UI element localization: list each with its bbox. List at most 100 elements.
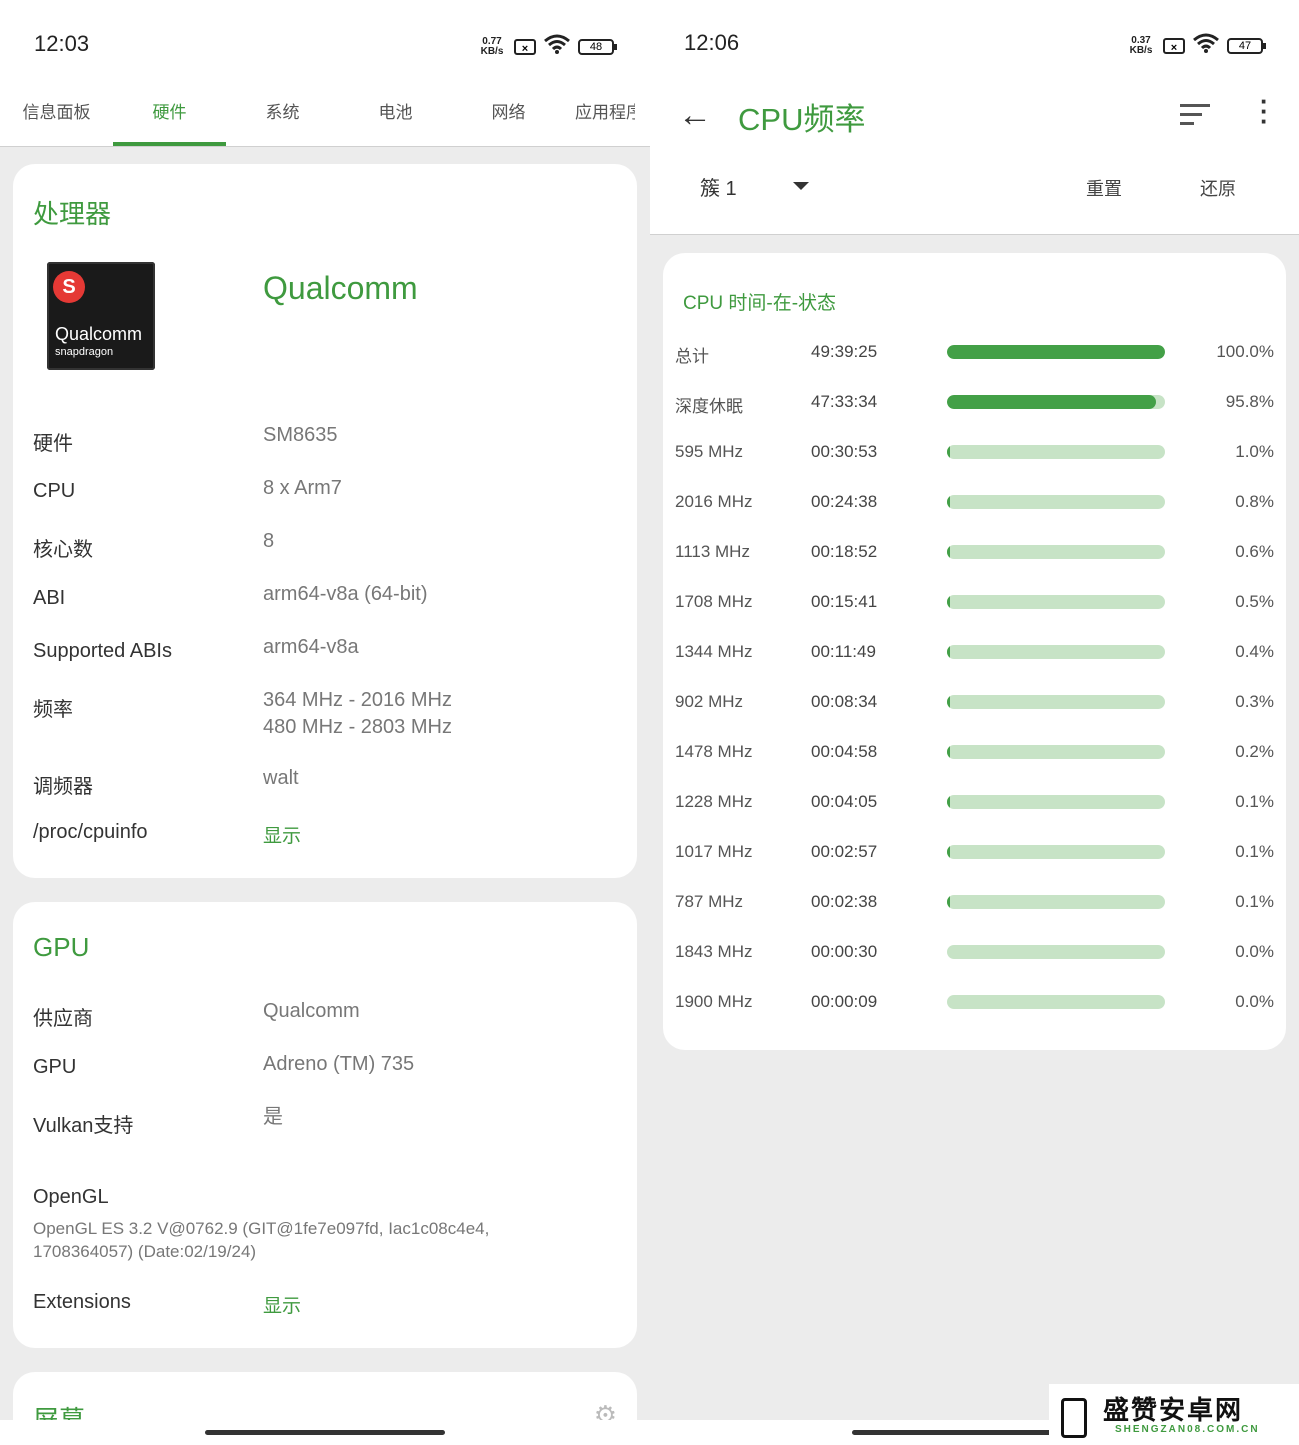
state-percent: 0.0%	[1235, 942, 1274, 961]
sim-icon: ×	[514, 38, 536, 55]
restore-button[interactable]: 还原	[1200, 175, 1236, 201]
reset-button[interactable]: 重置	[1086, 175, 1122, 201]
extensions-show-link[interactable]: 显示	[263, 1291, 301, 1318]
state-progress-fill	[947, 545, 950, 559]
state-row: 1843 MHz 00:00:30 0.0%	[663, 938, 1286, 968]
gpu-label: GPU	[33, 1056, 77, 1078]
state-time: 00:04:05	[811, 792, 878, 811]
state-progress-fill	[947, 345, 1165, 359]
frequency-value: 364 MHz - 2016 MHz	[263, 689, 452, 711]
state-progress-bar	[947, 645, 1165, 659]
state-name: 1900 MHz	[675, 992, 753, 1011]
wifi-icon-right	[1193, 33, 1219, 58]
wifi-icon	[544, 34, 570, 59]
state-name: 902 MHz	[675, 692, 744, 711]
chip-brand: Qualcomm	[55, 324, 143, 344]
state-name: 总计	[675, 347, 709, 366]
state-progress-fill	[947, 445, 950, 459]
state-time: 47:33:34	[811, 392, 878, 411]
processor-vendor: Qualcomm	[263, 270, 418, 306]
cpuinfo-show-link[interactable]: 显示	[263, 821, 301, 848]
page-title: CPU频率	[738, 102, 866, 137]
abi-label: ABI	[33, 587, 66, 609]
sort-icon[interactable]	[1180, 104, 1210, 131]
state-progress-bar	[947, 895, 1165, 909]
state-name: 1843 MHz	[675, 942, 753, 961]
state-percent: 0.6%	[1235, 542, 1274, 561]
hardware-screen: 12:03 0.77 KB/s × 48 信息面板 硬件 系统 电池 网络 应用…	[0, 0, 650, 1445]
state-percent: 0.4%	[1235, 642, 1274, 661]
back-arrow-icon[interactable]: ←	[678, 96, 712, 135]
state-name: 1017 MHz	[675, 842, 753, 861]
state-percent: 95.8%	[1225, 392, 1274, 411]
tab-hardware[interactable]: 硬件	[113, 88, 226, 146]
watermark-text: 盛赞安卓网	[1103, 1395, 1244, 1425]
state-row: 深度休眠 47:33:34 95.8%	[663, 388, 1286, 418]
tab-dashboard[interactable]: 信息面板	[0, 88, 113, 146]
state-time: 49:39:25	[811, 342, 878, 361]
tab-bar: 信息面板 硬件 系统 电池 网络 应用程序	[0, 88, 650, 147]
state-row: 2016 MHz 00:24:38 0.8%	[663, 488, 1286, 518]
state-percent: 0.1%	[1235, 792, 1274, 811]
cores-value: 8	[263, 530, 275, 552]
state-progress-bar	[947, 695, 1165, 709]
gpu-card: GPU 供应商 Qualcomm GPU Adreno (TM) 735 Vul…	[13, 902, 637, 1348]
time-in-state-title: CPU 时间-在-状态	[683, 293, 837, 314]
network-speed: 0.77 KB/s	[480, 35, 504, 57]
watermark-url: SHENGZAN08.COM.CN	[1115, 1424, 1260, 1435]
state-row: 595 MHz 00:30:53 1.0%	[663, 438, 1286, 468]
chevron-down-icon[interactable]	[793, 182, 809, 190]
cores-label: 核心数	[33, 539, 93, 561]
state-progress-bar	[947, 795, 1165, 809]
state-name: 1228 MHz	[675, 792, 753, 811]
state-name: 2016 MHz	[675, 492, 753, 511]
hardware-label: 硬件	[33, 433, 73, 455]
tab-network[interactable]: 网络	[452, 88, 565, 146]
state-percent: 0.2%	[1235, 742, 1274, 761]
state-progress-bar	[947, 395, 1165, 409]
state-time: 00:02:57	[811, 842, 878, 861]
network-speed-right: 0.37 KB/s	[1129, 34, 1153, 56]
abi-value: arm64-v8a (64-bit)	[263, 583, 428, 605]
governor-label: 调频器	[33, 776, 93, 798]
state-percent: 0.1%	[1235, 892, 1274, 911]
cpu-value: 8 x Arm7	[263, 477, 342, 499]
state-progress-bar	[947, 845, 1165, 859]
state-time: 00:24:38	[811, 492, 878, 511]
cluster-selector[interactable]: 簇 1	[700, 172, 737, 201]
state-name: 1113 MHz	[675, 542, 750, 561]
tab-battery[interactable]: 电池	[339, 88, 452, 146]
state-progress-bar	[947, 745, 1165, 759]
time-in-state-card: CPU 时间-在-状态 总计 49:39:25 100.0% 深度休眠 47:33:34…	[663, 253, 1286, 1050]
cpuinfo-label: /proc/cpuinfo	[33, 821, 148, 843]
state-time: 00:00:09	[811, 992, 878, 1011]
state-row: 1900 MHz 00:00:09 0.0%	[663, 988, 1286, 1018]
more-vert-icon[interactable]: · · ·	[1260, 88, 1269, 134]
opengl-value: OpenGL ES 3.2 V@0762.9 (GIT@1fe7e097fd, …	[33, 1219, 490, 1261]
state-time: 00:18:52	[811, 542, 878, 561]
status-bar: 12:03 0.77 KB/s × 48	[0, 0, 650, 88]
state-progress-bar	[947, 995, 1165, 1009]
home-indicator-left[interactable]	[205, 1430, 445, 1435]
state-name: 深度休眠	[675, 397, 743, 416]
tab-apps[interactable]: 应用程序	[565, 88, 635, 146]
supported-abis-label: Supported ABIs	[33, 640, 172, 662]
state-progress-bar	[947, 945, 1165, 959]
state-progress-fill	[947, 795, 950, 809]
gpu-vendor-value: Qualcomm	[263, 1000, 360, 1022]
sim-icon-right: ×	[1163, 37, 1185, 54]
state-row: 1478 MHz 00:04:58 0.2%	[663, 738, 1286, 768]
phone-logo-icon	[1061, 1398, 1087, 1438]
state-progress-bar	[947, 445, 1165, 459]
gpu-value: Adreno (TM) 735	[263, 1053, 415, 1075]
tab-system[interactable]: 系统	[226, 88, 339, 146]
state-name: 1478 MHz	[675, 742, 753, 761]
battery-icon-right: 47	[1227, 37, 1266, 54]
state-row: 1113 MHz 00:18:52 0.6%	[663, 538, 1286, 568]
state-time: 00:08:34	[811, 692, 878, 711]
state-row: 1228 MHz 00:04:05 0.1%	[663, 788, 1286, 818]
state-progress-fill	[947, 745, 950, 759]
state-progress-fill	[947, 645, 950, 659]
state-time: 00:04:58	[811, 742, 878, 761]
state-progress-fill	[947, 595, 950, 609]
